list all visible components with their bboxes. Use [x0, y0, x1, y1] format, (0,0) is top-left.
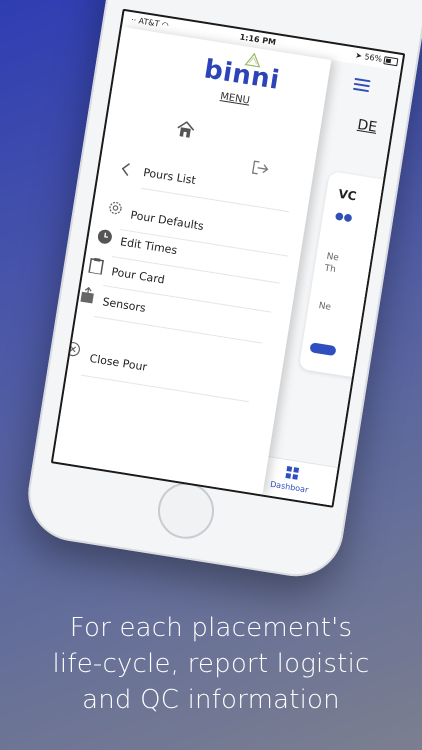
home-icon[interactable]	[175, 119, 196, 140]
upload-box-icon	[80, 286, 94, 304]
carrier-label: ·· AT&T ◠	[130, 15, 170, 31]
card-text: Ne	[317, 301, 332, 313]
caption-line: life-cycle, report logistic	[52, 649, 370, 679]
tab-bar: Dashboar	[260, 455, 338, 506]
menu-item-label: Sensors	[101, 295, 147, 315]
dashboard-grid-icon[interactable]	[285, 466, 300, 480]
menu-heading: MENU	[219, 91, 251, 107]
promo-caption: For each placement's life-cycle, report …	[0, 610, 422, 718]
chevron-left-icon	[121, 163, 131, 176]
card-toggle[interactable]	[309, 342, 337, 357]
clock-icon	[97, 229, 112, 244]
tab-dashboard-label[interactable]: Dashboar	[270, 480, 309, 495]
card-title: VC	[337, 186, 358, 204]
battery-icon	[383, 56, 399, 67]
divider	[94, 316, 263, 344]
menu-item-label: Pour Defaults	[129, 208, 205, 233]
menu-item-close-pour[interactable]: Close Pour	[65, 341, 281, 404]
gear-icon	[109, 201, 122, 215]
card-text: Ne	[325, 251, 340, 264]
status-time: 1:16 PM	[239, 32, 277, 48]
menu-item-label: Pours List	[142, 166, 197, 188]
menu-item-label: Pour Card	[110, 265, 166, 287]
dots-icon: ●●	[334, 210, 354, 225]
logout-icon[interactable]	[250, 159, 270, 178]
battery-percent: ➤ 56%	[354, 50, 383, 64]
divider	[80, 374, 249, 403]
phone-mockup: ·· AT&T ◠ 1:16 PM ➤ 56% DE VC ●● Ne Th N…	[21, 0, 422, 584]
card-text: Th	[323, 263, 337, 276]
menu-item-label: Edit Times	[119, 235, 179, 258]
binni-logo: binni	[201, 54, 282, 96]
caption-line: and QC information	[82, 685, 340, 715]
caption-line: For each placement's	[69, 613, 353, 643]
dashboard-title: DE	[356, 116, 379, 136]
clipboard-icon	[88, 257, 104, 275]
menu-item-label: Close Pour	[88, 351, 148, 374]
hamburger-menu-icon[interactable]	[352, 77, 371, 93]
